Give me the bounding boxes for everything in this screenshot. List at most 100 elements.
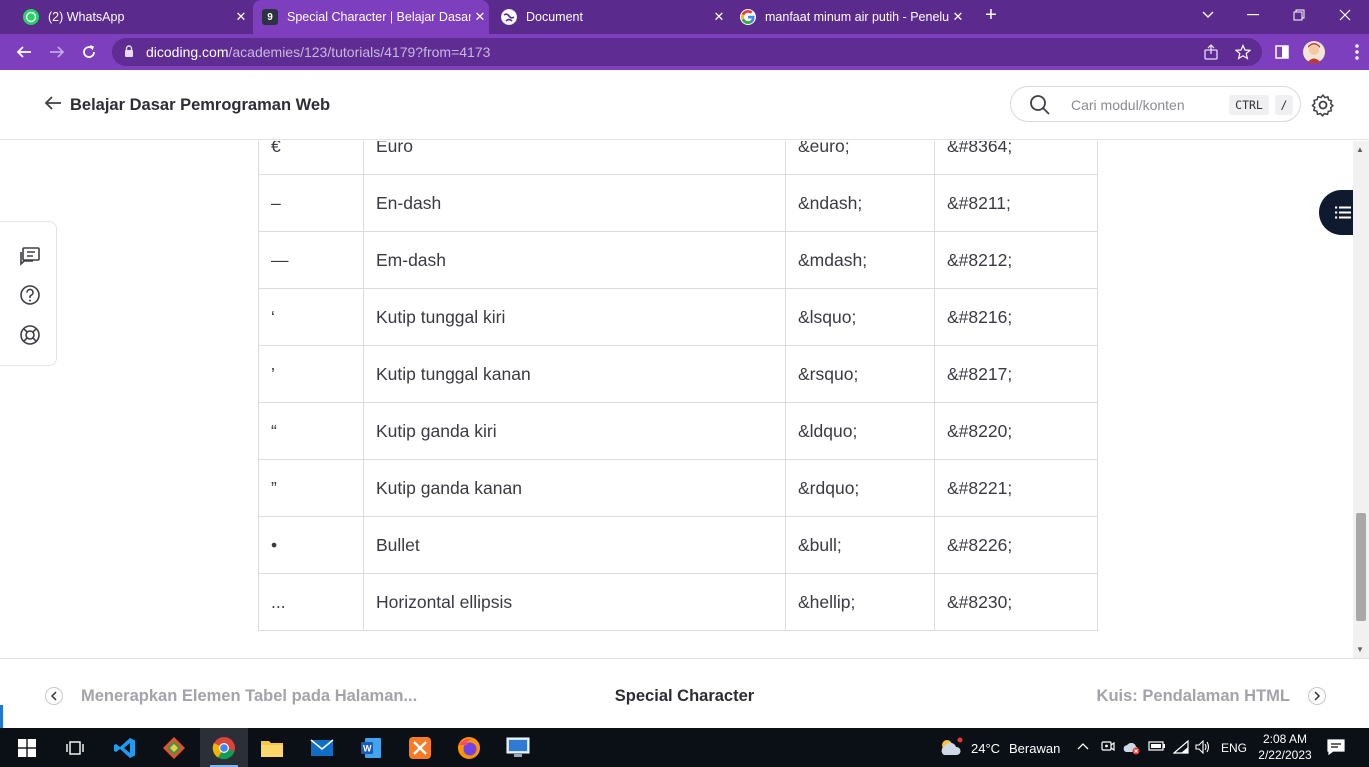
- volume-icon[interactable]: [1195, 739, 1211, 757]
- tab-google-search[interactable]: manfaat minum air putih - Penelusuran Go…: [731, 0, 967, 34]
- sourcetree-icon[interactable]: [150, 728, 198, 767]
- table-cell-entity: &lsquo;: [785, 288, 935, 346]
- url-text: dicoding.com/academies/123/tutorials/417…: [146, 44, 490, 60]
- back-button[interactable]: [12, 40, 36, 64]
- help-icon[interactable]: [19, 284, 41, 306]
- restore-button[interactable]: [1276, 0, 1322, 30]
- table-cell-char: ‘: [258, 288, 364, 346]
- table-cell-char: ’: [258, 345, 364, 403]
- table-row: ... Horizontal ellipsis &hellip; &#8230;: [258, 573, 1098, 631]
- close-icon[interactable]: ✕: [232, 9, 250, 25]
- special-character-table: € Euro &euro; &#8364; – En-dash &ndash; &#8211…: [258, 141, 1098, 631]
- table-cell-name: Kutip tunggal kanan: [363, 345, 786, 403]
- discussion-icon[interactable]: [19, 246, 41, 268]
- notification-icon[interactable]: [1327, 739, 1345, 758]
- dicoding-icon: 9: [262, 9, 278, 25]
- table-row: ‘Kutip tunggal kiri &lsquo; &#8216;: [258, 288, 1098, 346]
- whatsapp-icon: [23, 9, 39, 25]
- table-row: “Kutip ganda kiri &ldquo; &#8220;: [258, 402, 1098, 460]
- table-cell-code: &#8217;: [934, 345, 1098, 403]
- table-cell-code: &#8216;: [934, 288, 1098, 346]
- share-icon[interactable]: [1199, 40, 1223, 64]
- table-cell-entity: &ldquo;: [785, 402, 935, 460]
- chevron-up-icon[interactable]: [1077, 738, 1089, 753]
- table-cell-name: En-dash: [363, 174, 786, 232]
- onedrive-icon[interactable]: [1123, 741, 1141, 758]
- scroll-up-arrow-icon[interactable]: ▲: [1356, 145, 1364, 154]
- tab-title: Document: [526, 10, 583, 24]
- menu-kebab-icon[interactable]: [1345, 40, 1369, 64]
- tab-document[interactable]: Document ✕: [492, 0, 728, 34]
- tab-special-character[interactable]: 9 Special Character | Belajar Dasar Pemr…: [253, 0, 489, 34]
- table-row: ” Kutip ganda kanan &rdquo; &#8221;: [258, 459, 1098, 517]
- new-tab-button[interactable]: +: [980, 4, 1002, 28]
- module-navigation: Menerapkan Elemen Tabel pada Halaman... …: [0, 658, 1369, 728]
- table-row: – En-dash &ndash; &#8211;: [258, 174, 1098, 232]
- meet-now-icon[interactable]: [1101, 740, 1115, 757]
- table-cell-char: –: [258, 174, 364, 232]
- url-host: dicoding.com: [146, 44, 229, 60]
- lock-icon: [124, 44, 138, 60]
- globe-icon: [501, 9, 517, 25]
- task-view-icon[interactable]: [51, 728, 99, 767]
- table-cell-name: Kutip tunggal kiri: [363, 288, 786, 346]
- table-cell-entity: &ndash;: [785, 174, 935, 232]
- language-indicator[interactable]: ENG: [1221, 741, 1247, 755]
- table-row: — Em-dash &mdash; &#8212;: [258, 231, 1098, 289]
- table-cell-name: Bullet: [363, 516, 786, 574]
- list-icon: [1335, 206, 1351, 219]
- table-cell-name: Kutip ganda kiri: [363, 402, 786, 460]
- table-cell-entity: &euro;: [785, 141, 935, 175]
- close-window-button[interactable]: [1322, 0, 1368, 30]
- tab-search-button[interactable]: [1185, 0, 1231, 30]
- forward-button[interactable]: [45, 40, 69, 64]
- next-chevron-icon[interactable]: [1308, 687, 1326, 705]
- page-scrollbar[interactable]: ▲ ▼: [1353, 141, 1369, 658]
- table-row: € Euro &euro; &#8364;: [258, 141, 1098, 175]
- close-icon[interactable]: ✕: [471, 9, 489, 25]
- course-title[interactable]: Belajar Dasar Pemrograman Web: [70, 96, 330, 115]
- mail-icon[interactable]: [298, 728, 346, 767]
- table-cell-char: “: [258, 402, 364, 460]
- tab-title: manfaat minum air putih - Penelusuran Go…: [765, 10, 949, 24]
- remote-desktop-icon[interactable]: [494, 728, 542, 767]
- file-explorer-icon[interactable]: [248, 728, 296, 767]
- word-icon[interactable]: W: [347, 728, 395, 767]
- chrome-icon[interactable]: [200, 728, 248, 767]
- gear-icon[interactable]: [1311, 93, 1335, 122]
- table-cell-name: Horizontal ellipsis: [363, 573, 786, 631]
- xampp-icon[interactable]: [396, 728, 444, 767]
- profile-avatar[interactable]: [1302, 40, 1326, 64]
- close-icon[interactable]: ✕: [949, 9, 967, 25]
- next-module-link[interactable]: Kuis: Pendalaman HTML: [1097, 687, 1290, 706]
- firefox-icon[interactable]: [445, 728, 493, 767]
- wifi-icon[interactable]: [1172, 739, 1189, 757]
- table-cell-name: Euro: [363, 141, 786, 175]
- tab-whatsapp[interactable]: (2) WhatsApp ✕: [14, 0, 250, 34]
- search-input[interactable]: Cari modul/konten CTRL /: [1010, 86, 1301, 122]
- system-clock[interactable]: 2:08 AM 2/22/2023: [1252, 731, 1318, 763]
- weather-icon[interactable]: [938, 737, 964, 762]
- scrollbar-thumb[interactable]: [1356, 513, 1366, 621]
- table-row: • Bullet &bull; &#8226;: [258, 516, 1098, 574]
- table-cell-code: &#8230;: [934, 573, 1098, 631]
- table-cell-entity: &bull;: [785, 516, 935, 574]
- battery-icon[interactable]: [1148, 740, 1166, 755]
- windows-start-icon[interactable]: [3, 728, 51, 767]
- back-arrow-icon[interactable]: [44, 94, 62, 117]
- url-path: /academies/123/tutorials/4179?from=4173: [228, 44, 491, 60]
- vscode-icon[interactable]: [101, 728, 149, 767]
- support-lifebuoy-icon[interactable]: [19, 324, 41, 346]
- reload-button[interactable]: [77, 40, 101, 64]
- minimize-button[interactable]: [1230, 0, 1276, 30]
- close-icon[interactable]: ✕: [710, 9, 728, 25]
- clock-date: 2/22/2023: [1258, 748, 1312, 762]
- scroll-down-arrow-icon[interactable]: ▼: [1356, 645, 1364, 654]
- side-panel-icon[interactable]: [1270, 40, 1294, 64]
- bookmark-star-icon[interactable]: [1231, 40, 1255, 64]
- table-cell-code: &#8221;: [934, 459, 1098, 517]
- windows-taskbar: W 24°C Berawan ENG 2:08 AM 2/22/2023: [0, 728, 1369, 767]
- floating-tools-panel: [0, 221, 57, 366]
- table-cell-code: &#8364;: [934, 141, 1098, 175]
- address-bar[interactable]: dicoding.com/academies/123/tutorials/417…: [112, 38, 1262, 66]
